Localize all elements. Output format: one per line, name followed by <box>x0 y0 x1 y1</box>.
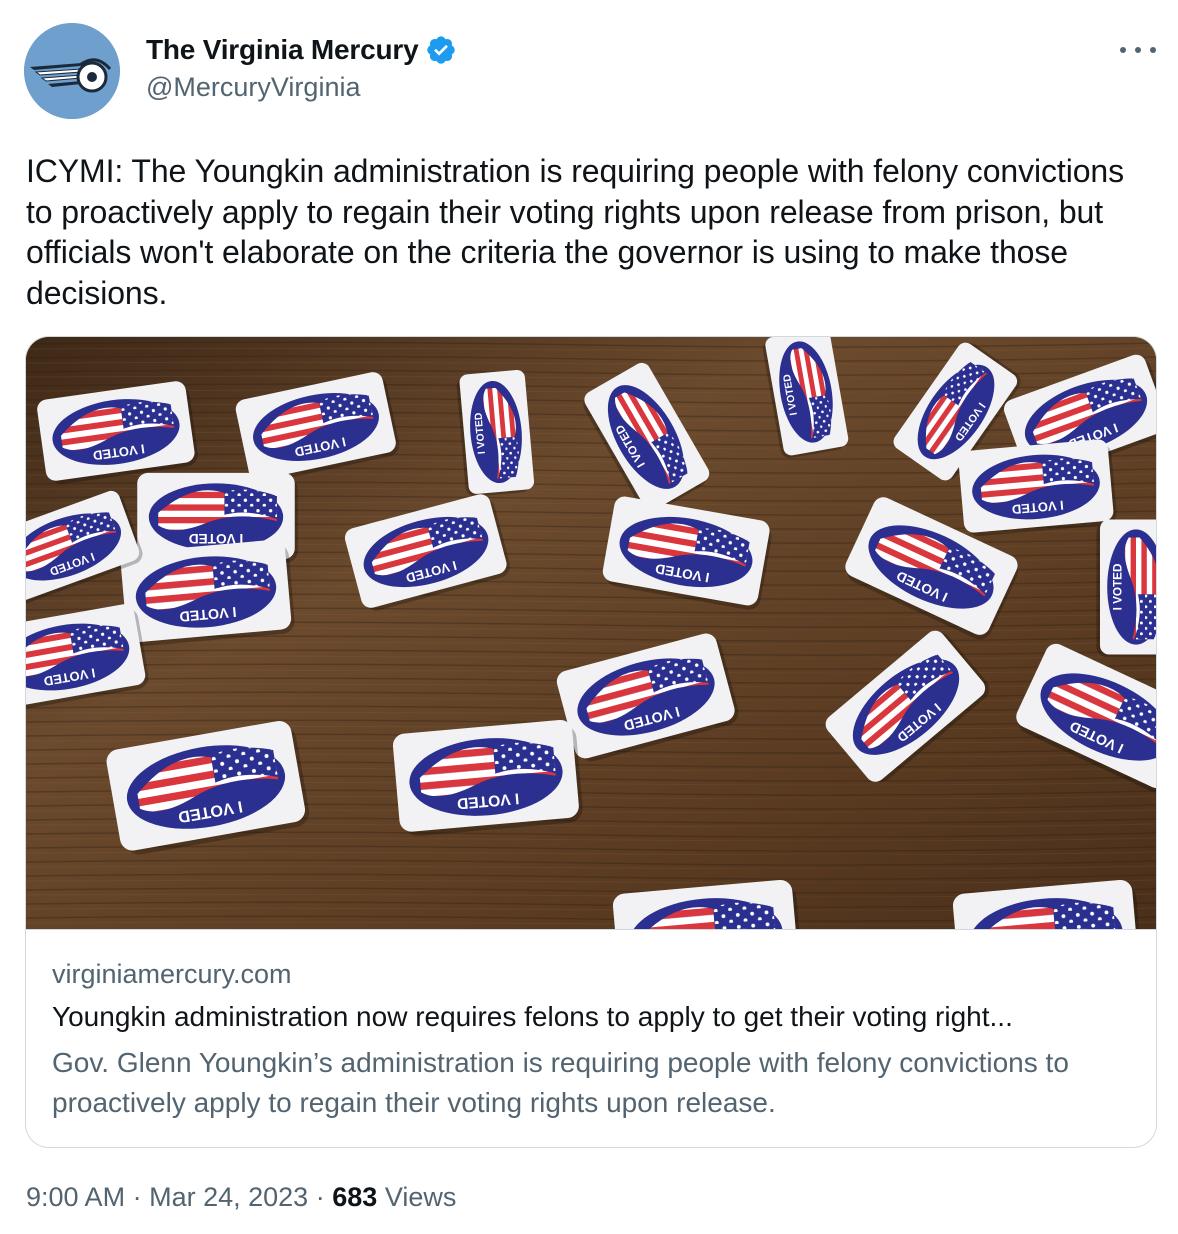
author-display-name[interactable]: The Virginia Mercury <box>146 34 419 66</box>
tweet-date[interactable]: Mar 24, 2023 <box>149 1182 308 1212</box>
more-dot <box>1150 47 1156 53</box>
author-name-row: The Virginia Mercury <box>146 32 457 68</box>
verified-badge-icon[interactable] <box>425 34 457 66</box>
tweet-meta: 9:00 AM · Mar 24, 2023 · 683 Views <box>26 1182 456 1213</box>
author-handle[interactable]: @MercuryVirginia <box>146 72 360 103</box>
views-label: Views <box>384 1182 457 1212</box>
tweet: The Virginia Mercury @MercuryVirginia IC… <box>0 0 1178 1234</box>
i-voted-sticker: I VOTED <box>958 439 1117 537</box>
i-voted-sticker: I VOTED <box>392 719 583 836</box>
views-count: 683 <box>332 1182 378 1212</box>
more-dot <box>1135 47 1141 53</box>
more-options-icon[interactable] <box>1120 36 1156 64</box>
card-title: Youngkin administration now requires fel… <box>52 1001 1013 1032</box>
card-description: Gov. Glenn Youngkin’s administration is … <box>52 1047 1069 1118</box>
card-domain: virginiamercury.com <box>52 959 292 989</box>
more-dot <box>1120 47 1126 53</box>
link-card[interactable]: I VOTED I VOTED I VOTED I VOTED I VOTED I VOT… <box>25 336 1157 1148</box>
tweet-text: ICYMI: The Youngkin administration is re… <box>26 153 1124 311</box>
sticker-text: I VOTED <box>1112 564 1125 611</box>
card-image[interactable]: I VOTED I VOTED I VOTED I VOTED I VOTED I VOT… <box>26 337 1156 930</box>
tweet-time[interactable]: 9:00 AM <box>26 1182 125 1212</box>
author-avatar[interactable] <box>24 23 120 119</box>
i-voted-sticker: I VOTED <box>456 369 535 497</box>
meta-separator: · <box>132 1182 142 1212</box>
meta-separator: · <box>315 1182 325 1212</box>
winged-wheel-logo-icon <box>24 23 120 119</box>
i-voted-sticker: I VOTED <box>120 539 295 647</box>
i-voted-sticker: I VOTED <box>1096 519 1156 658</box>
i-voted-stickers-photo: I VOTED I VOTED I VOTED I VOTEDI VOTEDI VOT… <box>26 337 1156 929</box>
